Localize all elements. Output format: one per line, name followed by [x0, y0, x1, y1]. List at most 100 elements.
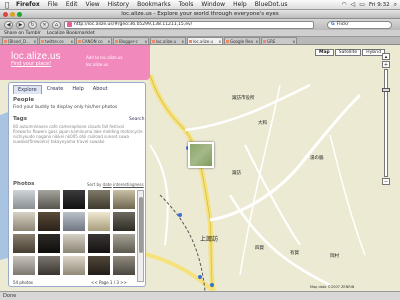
zoom-window-button[interactable] — [17, 12, 22, 17]
menu-file[interactable]: File — [44, 1, 62, 8]
zoom-slider-thumb[interactable] — [382, 88, 390, 92]
photo-thumbnail[interactable] — [63, 212, 85, 231]
sort-date-link[interactable]: date — [103, 182, 112, 187]
tab-create[interactable]: Create — [43, 85, 68, 94]
photo-marker-icon — [210, 283, 214, 287]
photo-thumbnail[interactable] — [38, 256, 60, 275]
photo-thumbnail[interactable] — [113, 190, 135, 209]
tab-blood[interactable]: [Blood_D... x — [2, 37, 38, 44]
volume-icon[interactable]: ◁ — [351, 1, 356, 8]
photo-thumbnail[interactable] — [13, 256, 35, 275]
bookmark-localize[interactable]: Localize Bookmarklet — [47, 31, 95, 36]
photo-thumbnail[interactable] — [63, 190, 85, 209]
reload-button[interactable]: ↻ — [28, 20, 37, 29]
back-button[interactable]: ◀ — [4, 20, 13, 29]
search-engine-icon[interactable]: G — [331, 22, 335, 27]
spotlight-icon[interactable]: ⌕ — [394, 1, 397, 9]
photo-thumbnail[interactable] — [88, 234, 110, 253]
photo-thumbnail[interactable] — [88, 256, 110, 275]
stop-button[interactable]: ✕ — [40, 20, 49, 29]
tags-search-link[interactable]: Search — [129, 117, 144, 122]
tab-gre[interactable]: GRE x — [261, 37, 297, 44]
map-photo-thumbnail[interactable] — [188, 142, 214, 168]
map-label: 有賀 — [290, 251, 299, 256]
add-to-link[interactable]: Add to loc.alize.us — [86, 55, 122, 60]
photo-thumbnail[interactable] — [113, 256, 135, 275]
photo-thumbnail[interactable] — [38, 190, 60, 209]
tab-twitter[interactable]: twitter.co x — [39, 37, 75, 44]
zoom-in-button[interactable]: + — [382, 61, 390, 68]
menu-app[interactable]: Firefox — [12, 1, 44, 8]
menu-edit[interactable]: Edit — [62, 1, 82, 8]
menu-window[interactable]: Window — [197, 1, 229, 8]
photo-thumbnail[interactable] — [113, 212, 135, 231]
photo-pager[interactable]: << Page 1 / 3 >> — [91, 280, 127, 285]
minor-road-2 — [184, 83, 311, 132]
home-button[interactable]: ⌂ — [52, 20, 61, 29]
menu-clock[interactable]: Fri 9:32 — [369, 2, 390, 8]
tab-google-reader[interactable]: Google Rea x — [224, 37, 260, 44]
tab-close-icon[interactable]: x — [34, 39, 37, 44]
photo-thumbnail[interactable] — [88, 212, 110, 231]
site-link[interactable]: loc.alize.us — [86, 62, 108, 67]
tab-close-icon[interactable]: x — [145, 39, 148, 44]
photo-thumbnail[interactable] — [88, 190, 110, 209]
minimize-window-button[interactable] — [10, 12, 15, 17]
zoom-out-button[interactable]: − — [382, 178, 390, 185]
tab-explore[interactable]: Explore — [13, 85, 42, 94]
apple-menu-icon[interactable]:  — [2, 1, 12, 9]
tab-close-icon[interactable]: x — [182, 39, 185, 44]
photo-thumbnail[interactable] — [13, 234, 35, 253]
map-type-map-button[interactable]: Map — [315, 49, 334, 56]
photo-thumbnail[interactable] — [13, 190, 35, 209]
people-text: Find your buddy to display only his/her … — [13, 105, 118, 110]
tab-label: Blogger-c — [119, 38, 138, 44]
menu-view[interactable]: View — [81, 1, 103, 8]
tab-help[interactable]: Help — [68, 85, 87, 94]
close-window-button[interactable] — [3, 12, 8, 17]
tab-close-icon[interactable]: x — [219, 39, 222, 44]
tab-favicon-icon — [115, 39, 118, 43]
forward-button[interactable]: ▶ — [16, 20, 25, 29]
search-bar[interactable]: G Flickr — [327, 20, 392, 29]
url-text: http://loc.alize.us/#/geo:36.05299,138.1… — [74, 22, 193, 27]
battery-icon[interactable]: ▭ — [359, 1, 365, 8]
tab-localize-2[interactable]: loc.alize.u x — [187, 37, 223, 44]
tab-about[interactable]: About — [89, 85, 112, 94]
find-place-link[interactable]: Find your place! — [11, 61, 51, 67]
tab-close-icon[interactable]: x — [71, 39, 74, 44]
people-title: People — [13, 97, 35, 103]
bookmark-share-tumblr[interactable]: Share on Tumblr — [4, 31, 41, 36]
zoom-slider[interactable] — [382, 69, 390, 177]
menu-bookmarks[interactable]: Bookmarks — [133, 1, 175, 8]
menu-history[interactable]: History — [104, 1, 133, 8]
tab-canon[interactable]: CANON co x — [76, 37, 112, 44]
menu-help[interactable]: Help — [229, 1, 251, 8]
menu-bluedot[interactable]: BlueDot.us — [251, 1, 292, 8]
minor-road-4 — [149, 144, 169, 246]
minor-road-5 — [244, 144, 301, 246]
pan-up-button[interactable]: ▴ — [382, 53, 390, 60]
tab-close-icon[interactable]: x — [293, 39, 296, 44]
tag-cloud[interactable]: 60 autumnleaves cafe cameraphone clouds … — [13, 124, 143, 144]
photo-thumbnail[interactable] — [38, 212, 60, 231]
tab-close-icon[interactable]: x — [256, 39, 259, 44]
photo-thumbnail[interactable] — [63, 256, 85, 275]
photo-scrollbar-thumb[interactable] — [139, 197, 143, 253]
tab-favicon-icon — [4, 39, 7, 43]
wifi-icon[interactable]: ◠ — [341, 1, 346, 8]
photo-scrollbar[interactable] — [137, 190, 144, 282]
photo-thumbnail[interactable] — [63, 234, 85, 253]
tab-close-icon[interactable]: x — [108, 39, 111, 44]
map-type-satellite-button[interactable]: Satellite — [334, 49, 362, 56]
url-bar[interactable]: http://loc.alize.us/#/geo:36.05299,138.1… — [64, 20, 314, 29]
status-bar: Done — [0, 291, 400, 300]
photo-thumbnail[interactable] — [113, 234, 135, 253]
menu-tools[interactable]: Tools — [175, 1, 198, 8]
map-type-switcher: Map Satellite Hybrid — [315, 49, 386, 56]
photo-thumbnail[interactable] — [13, 212, 35, 231]
sort-interestingness-link[interactable]: interestingness — [113, 182, 144, 187]
tab-localize-1[interactable]: loc.alize.u x — [150, 37, 186, 44]
photo-thumbnail[interactable] — [38, 234, 60, 253]
tab-blogger[interactable]: Blogger-c x — [113, 37, 149, 44]
